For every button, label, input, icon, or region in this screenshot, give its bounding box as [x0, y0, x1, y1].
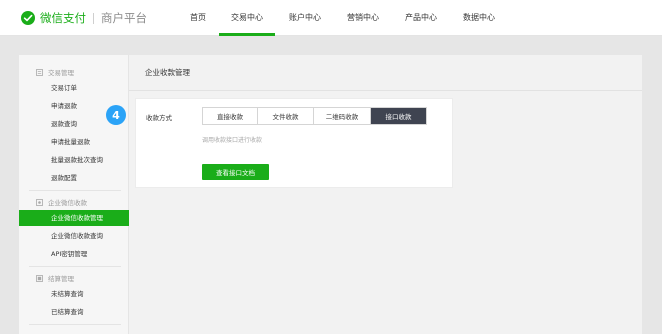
main-header: 企业收款管理	[129, 55, 642, 91]
page-title: 企业收款管理	[145, 68, 190, 77]
nav-data-center[interactable]: 数据中心	[463, 12, 495, 23]
sidebar-divider	[29, 324, 121, 325]
brand-name: 微信支付	[40, 11, 86, 25]
sidebar-group-label: 交易管理	[48, 69, 74, 77]
brand-logo[interactable]: 微信支付 商户平台	[21, 10, 147, 26]
brand-subtitle: 商户平台	[101, 11, 147, 25]
sidebar-divider	[29, 266, 121, 267]
tab-direct-collection[interactable]: 直接收款	[203, 108, 258, 124]
step-badge: 4	[106, 105, 126, 125]
tab-file-collection[interactable]: 文件收款	[258, 108, 314, 124]
sidebar-group-label: 企业微信收款	[48, 199, 87, 207]
wecom-icon	[36, 198, 43, 206]
collection-method-label: 收款方式	[146, 114, 172, 122]
sidebar-divider	[29, 190, 121, 191]
sidebar: 交易管理 交易订单 申请退款 退款查询 申请批量退款 批量退款批次查询 退款配置…	[19, 55, 129, 334]
top-navigation-bar: 微信支付 商户平台 首页 交易中心 账户中心 营销中心 产品中心 数据中心	[0, 0, 662, 36]
api-collection-hint: 调用收款接口进行收款	[202, 137, 263, 144]
sidebar-item-refund-config[interactable]: 退款配置	[19, 170, 129, 186]
collection-method-tabs: 直接收款 文件收款 二维码收款 接口收款	[202, 107, 427, 125]
nav-account-center[interactable]: 账户中心	[289, 12, 321, 23]
sidebar-item-batch-refund-query[interactable]: 批量退款批次查询	[19, 152, 129, 168]
tab-api-collection[interactable]: 接口收款	[371, 108, 426, 124]
sidebar-item-wecom-collection-query[interactable]: 企业微信收款查询	[19, 228, 129, 244]
nav-product-center[interactable]: 产品中心	[405, 12, 437, 23]
settlement-icon	[36, 274, 43, 282]
view-api-docs-button[interactable]: 查看接口文档	[202, 164, 269, 180]
main-panel: 企业收款管理	[129, 55, 642, 334]
nav-transaction-center[interactable]: 交易中心	[231, 12, 263, 23]
sidebar-item-api-key-mgmt[interactable]: API密钥管理	[19, 246, 129, 262]
sidebar-group-transaction: 交易管理	[36, 67, 74, 77]
sidebar-item-batch-refund[interactable]: 申请批量退款	[19, 134, 129, 150]
sidebar-item-settled-query[interactable]: 已结算查询	[19, 304, 129, 320]
sidebar-item-transaction-orders[interactable]: 交易订单	[19, 80, 129, 96]
transaction-icon	[36, 68, 43, 76]
sidebar-group-label: 结算管理	[48, 275, 74, 283]
wechat-pay-icon	[21, 11, 35, 25]
sidebar-group-wecom: 企业微信收款	[36, 197, 87, 207]
nav-home[interactable]: 首页	[190, 12, 206, 23]
brand-divider	[93, 12, 94, 24]
sidebar-group-settlement: 结算管理	[36, 273, 74, 283]
tab-qrcode-collection[interactable]: 二维码收款	[314, 108, 371, 124]
nav-active-indicator	[219, 33, 275, 36]
sidebar-item-unsettled-query[interactable]: 未结算查询	[19, 286, 129, 302]
sidebar-item-wecom-collection-mgmt[interactable]: 企业微信收款管理	[19, 210, 129, 226]
nav-marketing-center[interactable]: 营销中心	[347, 12, 379, 23]
